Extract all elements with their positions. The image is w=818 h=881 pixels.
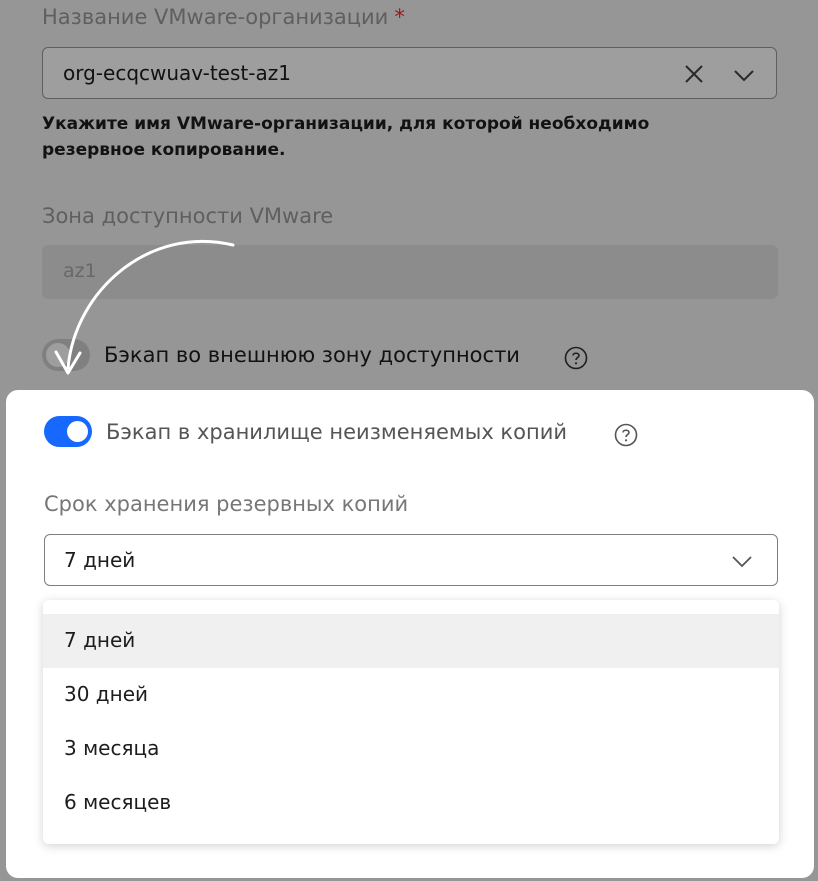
dropdown-option-7-days[interactable]: 7 дней bbox=[43, 614, 779, 668]
org-name-select[interactable]: org-ecqcwuav-test-az1 bbox=[42, 47, 777, 99]
close-icon[interactable] bbox=[681, 61, 707, 87]
retention-selected-value: 7 дней bbox=[64, 548, 136, 572]
required-asterisk: * bbox=[394, 5, 405, 29]
dropdown-option-3-months[interactable]: 3 месяца bbox=[43, 722, 779, 776]
toggle-knob bbox=[46, 343, 70, 367]
org-name-value: org-ecqcwuav-test-az1 bbox=[63, 61, 291, 85]
org-name-label: Название VMware-организации * bbox=[42, 5, 405, 29]
org-name-hint: Укажите имя VMware-организации, для кото… bbox=[42, 114, 650, 160]
retention-select[interactable]: 7 дней bbox=[44, 534, 778, 586]
help-icon[interactable] bbox=[614, 423, 638, 447]
immutable-backup-label: Бэкап в хранилище неизменяемых копий bbox=[106, 420, 567, 444]
immutable-backup-toggle[interactable] bbox=[44, 416, 92, 447]
chevron-down-icon[interactable] bbox=[731, 62, 757, 88]
retention-dropdown: 7 дней 30 дней 3 месяца 6 месяцев bbox=[43, 600, 779, 844]
option-label: 6 месяцев bbox=[64, 790, 172, 814]
zone-field: az1 bbox=[42, 245, 778, 299]
zone-label: Зона доступности VMware bbox=[42, 204, 334, 228]
toggle-knob bbox=[67, 421, 88, 442]
immutable-backup-panel: Бэкап в хранилище неизменяемых копий Сро… bbox=[6, 390, 814, 878]
option-label: 30 дней bbox=[64, 682, 149, 706]
chevron-down-icon[interactable] bbox=[729, 548, 755, 574]
dropdown-option-30-days[interactable]: 30 дней bbox=[43, 668, 779, 722]
dropdown-option-6-months[interactable]: 6 месяцев bbox=[43, 776, 779, 830]
option-label: 7 дней bbox=[64, 628, 136, 652]
help-icon[interactable] bbox=[564, 346, 588, 370]
retention-label: Срок хранения резервных копий bbox=[44, 492, 409, 516]
option-label: 3 месяца bbox=[64, 736, 160, 760]
org-name-label-text: Название VMware-организации bbox=[42, 5, 389, 29]
external-backup-label: Бэкап во внешнюю зону доступности bbox=[104, 343, 520, 367]
external-backup-toggle[interactable] bbox=[42, 339, 90, 371]
zone-value: az1 bbox=[63, 260, 97, 282]
